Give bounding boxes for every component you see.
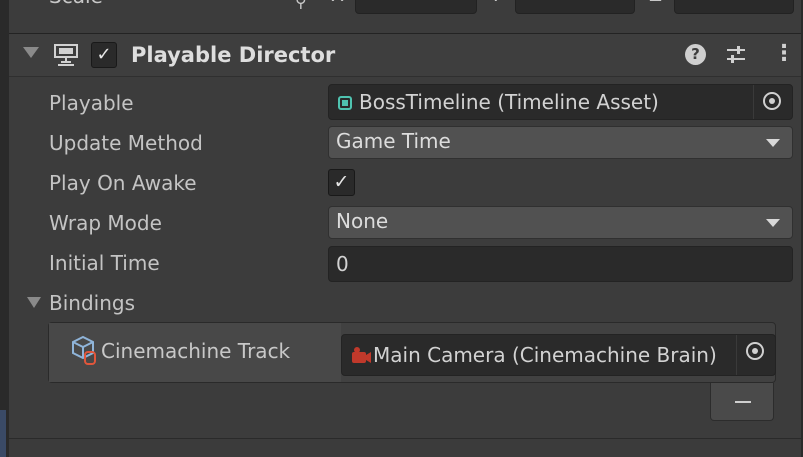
bindings-label: Bindings — [49, 291, 135, 315]
scale-y-label: Y — [490, 0, 502, 6]
update-method-dropdown[interactable]: Game Time — [328, 126, 793, 159]
initial-time-label: Initial Time — [49, 251, 160, 275]
dropdown-arrow-icon — [766, 219, 780, 227]
preset-icon[interactable] — [725, 44, 747, 66]
left-panel-edge — [0, 0, 9, 457]
cinemachine-track-icon — [72, 335, 96, 365]
object-picker-icon — [746, 342, 764, 360]
playable-object-field[interactable]: BossTimeline (Timeline Asset) — [328, 84, 793, 120]
timeline-asset-icon — [338, 96, 352, 110]
dropdown-arrow-icon — [766, 139, 780, 147]
binding-track-name: Cinemachine Track — [101, 339, 291, 363]
object-picker-icon — [763, 92, 781, 110]
minus-icon — [735, 401, 751, 403]
playable-value: BossTimeline (Timeline Asset) — [359, 90, 659, 114]
scale-y-field[interactable] — [515, 0, 635, 14]
bindings-foldout-icon[interactable] — [27, 297, 41, 308]
initial-time-value: 0 — [336, 252, 349, 276]
play-on-awake-checkbox[interactable]: ✓ — [328, 169, 355, 196]
playable-director-icon — [54, 44, 78, 66]
link-icon[interactable]: ⚲ — [295, 0, 307, 11]
component-title: Playable Director — [131, 43, 336, 67]
scale-x-field[interactable] — [355, 0, 477, 14]
scale-z-field[interactable] — [674, 0, 794, 14]
playable-label: Playable — [49, 91, 134, 115]
scene-view-edge — [0, 410, 6, 457]
binding-track-row: Cinemachine Track — [49, 323, 341, 382]
component-header[interactable]: ✓ Playable Director ? ⋮ — [9, 33, 801, 77]
remove-binding-button[interactable] — [710, 383, 774, 421]
context-menu-icon[interactable]: ⋮ — [773, 41, 795, 67]
update-method-label: Update Method — [49, 131, 203, 155]
transform-scale-row: Scale ⚲ X Y Z — [9, 0, 801, 32]
scale-label: Scale — [49, 0, 103, 8]
camera-icon — [352, 347, 371, 363]
foldout-arrow-icon[interactable] — [23, 47, 39, 58]
wrap-mode-label: Wrap Mode — [49, 211, 162, 235]
object-picker-button[interactable] — [736, 335, 775, 375]
help-icon[interactable]: ? — [685, 44, 706, 65]
inspector-footer — [9, 439, 801, 457]
scale-x-label: X — [331, 0, 344, 6]
object-picker-button[interactable] — [753, 85, 792, 119]
wrap-mode-value: None — [336, 209, 389, 233]
wrap-mode-dropdown[interactable]: None — [328, 206, 793, 239]
binding-value: Main Camera (Cinemachine Brain) — [373, 343, 717, 367]
initial-time-field[interactable]: 0 — [328, 246, 793, 282]
update-method-value: Game Time — [336, 129, 451, 153]
scale-z-label: Z — [649, 0, 662, 6]
binding-object-field[interactable]: Main Camera (Cinemachine Brain) — [341, 334, 776, 376]
component-enabled-checkbox[interactable]: ✓ — [91, 42, 117, 68]
play-on-awake-label: Play On Awake — [49, 171, 197, 195]
